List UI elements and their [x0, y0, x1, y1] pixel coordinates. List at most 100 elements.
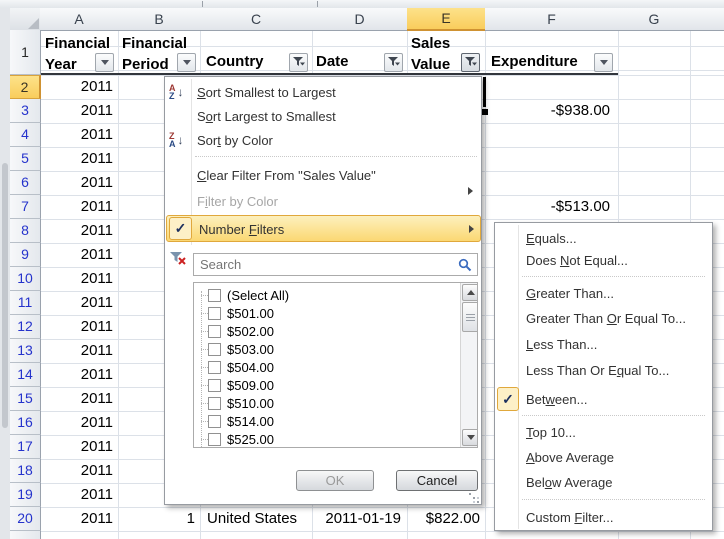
- checkbox-icon[interactable]: [208, 361, 221, 374]
- cell-year[interactable]: 2011: [40, 459, 113, 483]
- checkbox-icon[interactable]: [208, 289, 221, 302]
- row-header-6[interactable]: 6: [10, 171, 41, 195]
- column-header-b[interactable]: B: [118, 8, 201, 31]
- column-header-d[interactable]: D: [312, 8, 408, 31]
- cell-f3-expenditure[interactable]: -$938.00: [485, 99, 610, 123]
- cell-c20-country[interactable]: United States: [207, 507, 310, 531]
- cell-year[interactable]: 2011: [40, 195, 113, 219]
- row-header-20[interactable]: 20: [10, 507, 41, 531]
- select-all-corner[interactable]: [10, 8, 41, 31]
- list-item-select-all[interactable]: (Select All): [196, 287, 289, 303]
- cell-year[interactable]: 2011: [40, 411, 113, 435]
- list-item-value[interactable]: $503.00: [196, 341, 274, 357]
- cell-year[interactable]: 2011: [40, 243, 113, 267]
- row-header-partial[interactable]: [10, 531, 41, 539]
- scrollbar-thumb[interactable]: [462, 302, 478, 332]
- row-header-15[interactable]: 15: [10, 387, 41, 411]
- checkbox-icon[interactable]: [208, 448, 221, 449]
- search-box[interactable]: [193, 253, 478, 276]
- filter-applied-button-c[interactable]: [289, 53, 308, 72]
- scroll-up-button[interactable]: [462, 284, 478, 301]
- header-sales-value[interactable]: Sales Value: [411, 33, 450, 75]
- cell-f7-expenditure[interactable]: -$513.00: [485, 195, 610, 219]
- menu-item-clear-filter[interactable]: Clear Filter From "Sales Value": [165, 161, 481, 189]
- list-item-value[interactable]: $501.00: [196, 305, 274, 321]
- cell-year[interactable]: 2011: [40, 291, 113, 315]
- cell-year[interactable]: 2011: [40, 339, 113, 363]
- active-cell-fill-handle[interactable]: [482, 109, 488, 115]
- row-header-7[interactable]: 7: [10, 195, 41, 219]
- list-item-partial[interactable]: [196, 446, 227, 448]
- submenu-item-above-average[interactable]: Above Average: [495, 446, 712, 469]
- list-item-value[interactable]: $510.00: [196, 395, 274, 411]
- filter-applied-button-d[interactable]: [384, 53, 403, 72]
- cell-year[interactable]: 2011: [40, 363, 113, 387]
- submenu-item-top-10[interactable]: Top 10...: [495, 421, 712, 444]
- column-header-c[interactable]: C: [200, 8, 313, 31]
- row-header-14[interactable]: 14: [10, 363, 41, 387]
- submenu-item-does-not-equal[interactable]: Does Not Equal...: [495, 249, 712, 272]
- cell-year[interactable]: 2011: [40, 315, 113, 339]
- cell-year[interactable]: 2011: [40, 171, 113, 195]
- row-header-10[interactable]: 10: [10, 267, 41, 291]
- row-header-18[interactable]: 18: [10, 459, 41, 483]
- submenu-item-below-average[interactable]: Below Average: [495, 471, 712, 494]
- list-item-value[interactable]: $514.00: [196, 413, 274, 429]
- menu-resize-grip[interactable]: [469, 493, 471, 495]
- filter-dropdown-button-f[interactable]: [594, 53, 613, 72]
- cell-year[interactable]: 2011: [40, 147, 113, 171]
- row-header-12[interactable]: 12: [10, 315, 41, 339]
- submenu-item-custom-filter[interactable]: Custom Filter...: [495, 506, 712, 529]
- column-header-f[interactable]: F: [485, 8, 619, 31]
- search-input[interactable]: [194, 257, 458, 272]
- cell-year[interactable]: 2011: [40, 387, 113, 411]
- checkbox-icon[interactable]: [208, 415, 221, 428]
- row-header-4[interactable]: 4: [10, 123, 41, 147]
- filter-dropdown-button-a[interactable]: [95, 53, 114, 72]
- row-header-1[interactable]: 1: [10, 30, 41, 75]
- left-scrollbar-thumb[interactable]: [2, 163, 8, 428]
- cell-year[interactable]: 2011: [40, 267, 113, 291]
- list-item-value[interactable]: $502.00: [196, 323, 274, 339]
- column-header-g[interactable]: G: [618, 8, 691, 31]
- submenu-item-greater-than[interactable]: Greater Than...: [495, 282, 712, 305]
- row-header-16[interactable]: 16: [10, 411, 41, 435]
- list-item-value[interactable]: $504.00: [196, 359, 274, 375]
- cell-year[interactable]: 2011: [40, 435, 113, 459]
- submenu-item-less-than-or-equal[interactable]: Less Than Or Equal To...: [495, 359, 712, 382]
- cell-b20-period[interactable]: 1: [118, 507, 195, 531]
- header-date[interactable]: Date: [316, 50, 349, 74]
- row-header-17[interactable]: 17: [10, 435, 41, 459]
- row-header-19[interactable]: 19: [10, 483, 41, 507]
- menu-item-sort-smallest-to-largest[interactable]: AZ↓ Sort Smallest to Largest: [165, 80, 481, 104]
- cell-year[interactable]: 2011: [40, 507, 113, 531]
- list-scrollbar[interactable]: [460, 283, 478, 447]
- filter-applied-button-e-active[interactable]: [461, 53, 480, 72]
- column-header-a[interactable]: A: [40, 8, 119, 31]
- submenu-item-greater-than-or-equal[interactable]: Greater Than Or Equal To...: [495, 307, 712, 330]
- header-expenditure[interactable]: Expenditure: [491, 50, 578, 74]
- cell-year[interactable]: 2011: [40, 99, 113, 123]
- column-header-e-selected[interactable]: E: [407, 8, 486, 31]
- row-header-11[interactable]: 11: [10, 291, 41, 315]
- row-header-13[interactable]: 13: [10, 339, 41, 363]
- cell-year[interactable]: 2011: [40, 483, 113, 507]
- column-header-partial[interactable]: [690, 8, 724, 31]
- row-header-9[interactable]: 9: [10, 243, 41, 267]
- checkbox-icon[interactable]: [208, 325, 221, 338]
- checkbox-icon[interactable]: [208, 397, 221, 410]
- checkbox-icon[interactable]: [208, 379, 221, 392]
- cell-year[interactable]: 2011: [40, 75, 113, 99]
- submenu-item-less-than[interactable]: Less Than...: [495, 333, 712, 356]
- list-item-value[interactable]: $525.00: [196, 431, 274, 447]
- row-header-5[interactable]: 5: [10, 147, 41, 171]
- list-item-value[interactable]: $509.00: [196, 377, 274, 393]
- cell-year[interactable]: 2011: [40, 123, 113, 147]
- row-header-3[interactable]: 3: [10, 99, 41, 123]
- header-country[interactable]: Country: [206, 50, 264, 74]
- row-header-2-selected[interactable]: 2: [10, 75, 41, 99]
- checkbox-icon[interactable]: [208, 307, 221, 320]
- row-header-8[interactable]: 8: [10, 219, 41, 243]
- menu-item-number-filters[interactable]: ✓ Number Filters: [166, 215, 481, 242]
- scroll-down-button[interactable]: [462, 429, 478, 446]
